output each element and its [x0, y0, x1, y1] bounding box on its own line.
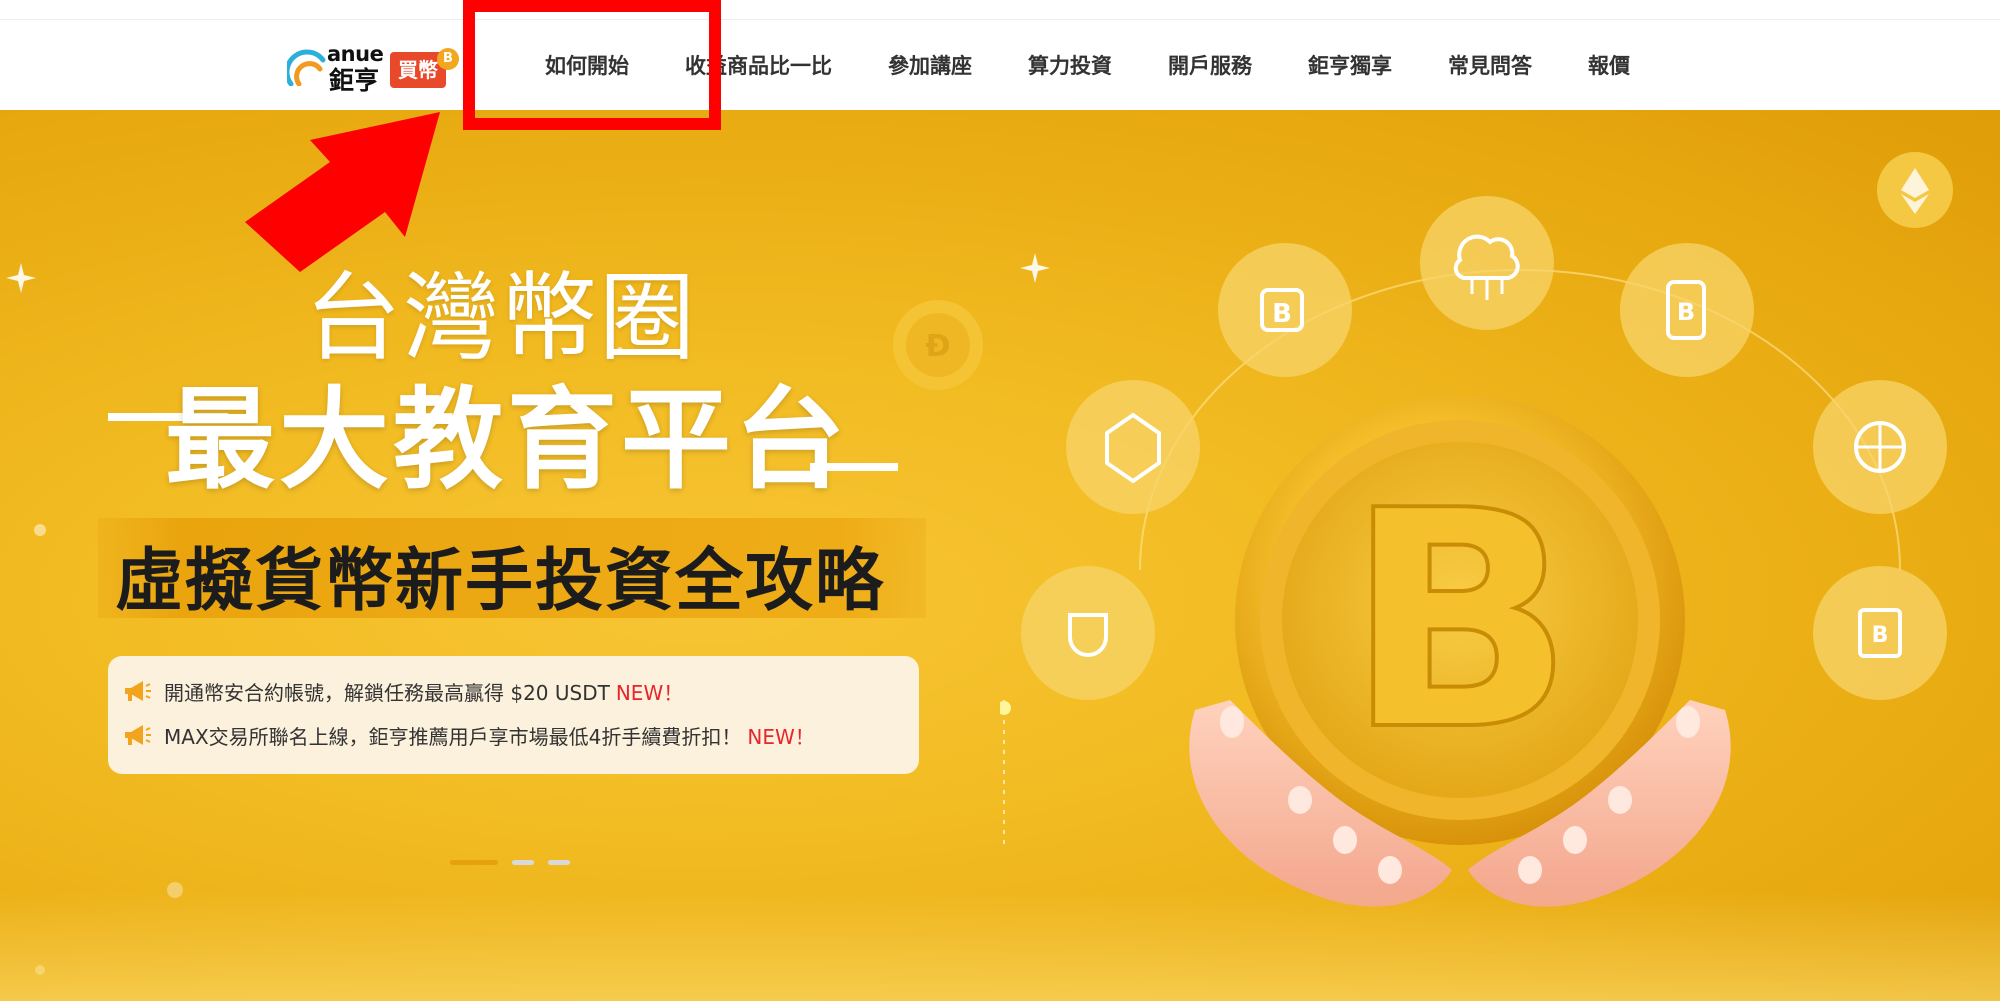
main-nav: 如何開始 收益商品比一比 參加講座 算力投資 開戶服務 鉅亨獨享 常見問答 報價	[545, 20, 1630, 110]
nav-item-how-to-start[interactable]: 如何開始	[545, 50, 629, 80]
svg-text:B: B	[1677, 298, 1695, 326]
nav-item-quotes[interactable]: 報價	[1588, 50, 1630, 80]
new-badge: NEW！	[615, 680, 684, 705]
svg-text:B: B	[1272, 299, 1292, 329]
carousel-indicators	[450, 860, 570, 865]
svg-text:Đ: Đ	[925, 329, 950, 364]
megaphone-icon	[125, 681, 151, 701]
carousel-dot[interactable]	[512, 860, 534, 865]
carousel-dot[interactable]	[548, 860, 570, 865]
nav-item-exclusive[interactable]: 鉅亨獨享	[1308, 50, 1392, 80]
hero-banner[interactable]: Đ 台灣幣圈 最大教育平台 虛擬貨幣新手投資全攻略 開通幣安合約帳號，解鎖任務最…	[0, 110, 2000, 1001]
svg-text:B: B	[1872, 623, 1889, 648]
announcement-item[interactable]: MAX交易所聯名上線，鉅亨推薦用戶享市場最低4折手續費折扣！ NEW！	[122, 720, 815, 750]
coin-symbol: B	[1346, 447, 1575, 796]
logo-coin-icon: B	[437, 48, 459, 70]
bitcoin-hands-illustration: B B B B	[1000, 152, 1953, 907]
nav-item-hashpower[interactable]: 算力投資	[1028, 50, 1112, 80]
nav-item-faq[interactable]: 常見問答	[1448, 50, 1532, 80]
carousel-dot-active[interactable]	[450, 860, 498, 865]
top-strip	[0, 0, 2000, 20]
site-logo[interactable]: anue 鉅亨 買幣 B	[285, 42, 465, 95]
site-header: anue 鉅亨 買幣 B 如何開始 收益商品比一比 參加講座 算力投資 開戶服務…	[0, 20, 2000, 110]
logo-brand-cn: 鉅亨	[329, 66, 380, 95]
megaphone-icon	[125, 725, 151, 745]
announcement-box: 開通幣安合約帳號，解鎖任務最高贏得 $20 USDT NEW！ MAX交易所聯名…	[108, 656, 919, 774]
nav-item-account-service[interactable]: 開戶服務	[1168, 50, 1252, 80]
hero-subtitle: 虛擬貨幣新手投資全攻略	[115, 542, 886, 621]
hero-bottom-fade	[0, 891, 2000, 1001]
nav-item-seminars[interactable]: 參加講座	[888, 50, 972, 80]
announcement-text: 開通幣安合約帳號，解鎖任務最高贏得 $20 USDT	[164, 680, 610, 705]
hero-title-line2: 最大教育平台	[165, 376, 849, 504]
announcement-item[interactable]: 開通幣安合約帳號，解鎖任務最高贏得 $20 USDT NEW！	[122, 676, 683, 706]
new-badge: NEW！	[747, 724, 815, 749]
logo-arc-icon	[287, 49, 326, 86]
hero-title-rule-right	[810, 463, 898, 471]
nav-item-compare-products[interactable]: 收益商品比一比	[685, 50, 832, 80]
announcement-text: MAX交易所聯名上線，鉅亨推薦用戶享市場最低4折手續費折扣！	[164, 724, 742, 749]
